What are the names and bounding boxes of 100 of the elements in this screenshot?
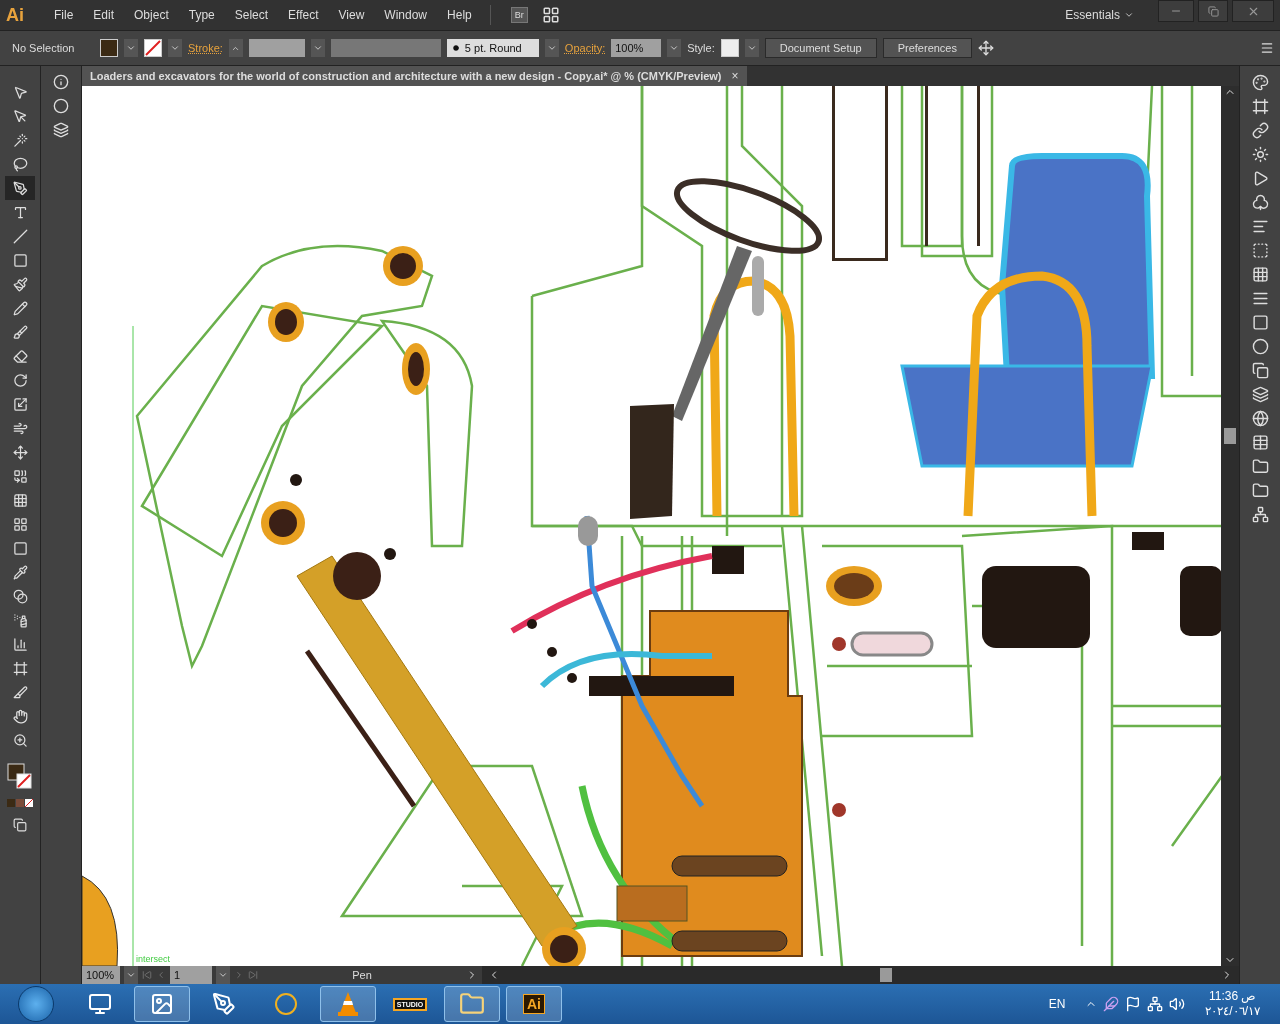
arrow-pointer-icon bbox=[12, 84, 28, 100]
caret-icon bbox=[126, 970, 136, 980]
menu-item[interactable]: File bbox=[46, 8, 82, 22]
caret-icon bbox=[546, 43, 557, 53]
folder-icon bbox=[459, 991, 485, 1017]
lines-icon[interactable] bbox=[1251, 290, 1269, 307]
caret-icon bbox=[669, 43, 680, 53]
move-icon bbox=[12, 444, 28, 460]
restore-button[interactable] bbox=[1198, 0, 1228, 22]
wind-icon bbox=[12, 420, 28, 436]
artboard-field[interactable]: 1 bbox=[170, 966, 212, 984]
slice-icon bbox=[12, 684, 28, 700]
taskbar-app-button[interactable] bbox=[134, 986, 190, 1022]
arrange-icon[interactable] bbox=[978, 40, 994, 56]
close-button[interactable] bbox=[1232, 0, 1274, 22]
monitor-icon bbox=[88, 992, 112, 1016]
dashed-square-icon[interactable] bbox=[1251, 242, 1269, 259]
pen-nib-icon bbox=[12, 180, 28, 196]
type-icon bbox=[12, 204, 28, 220]
document-tab[interactable]: Loaders and excavators for the world of construction and architecture with a new design - Copy.ai* @ % (CMYK/Preview) × bbox=[82, 66, 747, 86]
eraser-icon bbox=[12, 348, 28, 364]
paintbrush-icon bbox=[12, 276, 28, 292]
fill-stroke-swatches[interactable] bbox=[6, 762, 34, 792]
lasso-icon bbox=[12, 156, 28, 172]
square-icon[interactable] bbox=[1251, 314, 1269, 331]
round-icon bbox=[274, 992, 298, 1016]
caret-icon bbox=[746, 43, 757, 53]
hand-icon bbox=[12, 708, 28, 724]
menu-item[interactable]: Object bbox=[126, 8, 177, 22]
caret-icon bbox=[170, 43, 180, 53]
appearance-icon[interactable] bbox=[53, 98, 69, 114]
menu-item[interactable]: Select bbox=[226, 8, 277, 22]
control-bar-button[interactable]: Document Setup bbox=[764, 38, 877, 58]
smart-guide-label: intersect bbox=[136, 954, 170, 964]
menu-item[interactable]: Window bbox=[376, 8, 436, 22]
stroke-weight-dropdown[interactable] bbox=[310, 39, 325, 57]
menu-item[interactable]: Effect bbox=[280, 8, 327, 22]
menu-item[interactable]: Help bbox=[439, 8, 480, 22]
globe-icon[interactable] bbox=[1251, 410, 1269, 427]
caret-icon bbox=[126, 43, 136, 53]
menu-item[interactable]: Edit bbox=[85, 8, 123, 22]
zoom-field[interactable]: 100% bbox=[82, 966, 120, 984]
taskbar-app-button[interactable] bbox=[444, 986, 500, 1022]
brush-dropdown[interactable] bbox=[544, 39, 559, 57]
scrollbar-thumb[interactable] bbox=[880, 968, 892, 982]
menu-item[interactable]: View bbox=[330, 8, 373, 22]
tool-button[interactable] bbox=[5, 176, 35, 200]
layers-icon[interactable] bbox=[1251, 386, 1269, 403]
link-icon[interactable] bbox=[1251, 122, 1269, 139]
ai-logo: Ai bbox=[523, 994, 545, 1014]
table-icon[interactable] bbox=[1251, 434, 1269, 451]
sun-icon[interactable] bbox=[1251, 146, 1269, 163]
volume-icon[interactable] bbox=[1169, 996, 1186, 1012]
brush-field[interactable]: 5 pt. Round bbox=[446, 39, 539, 57]
language-indicator[interactable]: EN bbox=[1048, 997, 1066, 1011]
flag-icon[interactable] bbox=[1125, 996, 1142, 1012]
clock-time: 11:36 ص bbox=[1208, 989, 1257, 1004]
bridge-button[interactable]: Br bbox=[510, 7, 528, 23]
app-logo: Ai bbox=[6, 4, 25, 26]
grid-icon[interactable] bbox=[1251, 266, 1269, 283]
stroke-label[interactable]: Stroke: bbox=[188, 42, 223, 54]
overlap-icon[interactable] bbox=[1251, 362, 1269, 379]
restore-icon bbox=[1207, 5, 1219, 17]
info-icon[interactable] bbox=[53, 74, 69, 90]
feather-icon[interactable] bbox=[1103, 996, 1120, 1012]
circle-icon[interactable] bbox=[1251, 338, 1269, 355]
workspace-dropdown[interactable]: Essentials bbox=[1065, 8, 1134, 22]
folder-icon[interactable] bbox=[1251, 482, 1269, 499]
workspace-switcher-icon[interactable] bbox=[541, 6, 560, 24]
start-button[interactable] bbox=[18, 986, 54, 1022]
network-icon[interactable] bbox=[1147, 996, 1164, 1012]
folder-icon[interactable] bbox=[1251, 458, 1269, 475]
screen-mode-icon[interactable] bbox=[13, 818, 27, 832]
cone-icon bbox=[337, 991, 359, 1017]
current-tool-label: Pen bbox=[351, 969, 373, 981]
align-icon[interactable] bbox=[1251, 218, 1269, 235]
scrollbar-thumb[interactable] bbox=[1224, 428, 1236, 444]
brush-icon bbox=[12, 324, 28, 340]
style-dropdown[interactable] bbox=[744, 39, 759, 57]
control-bar-button[interactable]: Preferences bbox=[882, 38, 972, 58]
tab-close-button[interactable]: × bbox=[731, 69, 739, 83]
taskbar-app-button[interactable]: Ai bbox=[506, 986, 562, 1022]
stroke-none-swatch[interactable] bbox=[144, 39, 162, 57]
layers-icon[interactable] bbox=[53, 122, 69, 138]
dot-icon bbox=[452, 45, 459, 51]
club-icon[interactable] bbox=[1251, 194, 1269, 211]
grid-icon bbox=[12, 492, 28, 508]
opacity-dropdown[interactable] bbox=[667, 39, 682, 57]
palette-icon[interactable] bbox=[1251, 74, 1269, 91]
panel-menu-icon[interactable] bbox=[1260, 41, 1274, 55]
hollow-pointer-icon bbox=[12, 108, 28, 124]
opacity-field[interactable]: 100% bbox=[611, 39, 662, 57]
stroke-weight-field[interactable] bbox=[248, 39, 305, 57]
style-swatch[interactable] bbox=[720, 39, 739, 57]
fill-swatch[interactable] bbox=[100, 39, 118, 57]
opacity-label[interactable]: Opacity: bbox=[564, 42, 606, 54]
menu-item[interactable]: Type bbox=[180, 8, 223, 22]
style-label: Style: bbox=[687, 42, 715, 54]
color-mode-swatches[interactable] bbox=[6, 798, 34, 808]
clock-date: ٢٠٢٤/٠٦/١٧ bbox=[1205, 1004, 1260, 1019]
